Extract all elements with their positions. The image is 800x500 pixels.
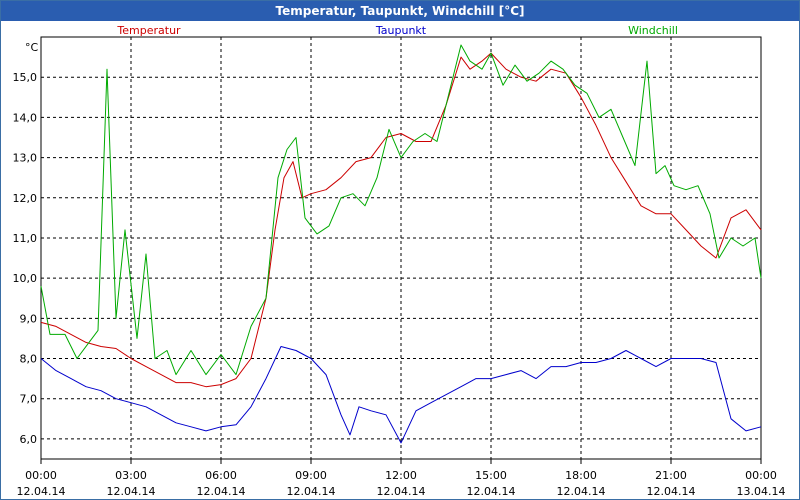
x-tick-date: 12.04.14	[377, 485, 426, 498]
x-tick-date: 13.04.14	[737, 485, 786, 498]
y-tick-label: 12,0	[13, 192, 38, 205]
x-tick-date: 12.04.14	[287, 485, 336, 498]
x-tick-time: 00:00	[745, 469, 777, 482]
x-tick-date: 12.04.14	[107, 485, 156, 498]
y-tick-label: 6,0	[20, 433, 38, 446]
legend: Temperatur Taupunkt Windchill	[116, 24, 678, 37]
y-tick-label: 7,0	[20, 393, 38, 406]
y-tick-label: 10,0	[13, 272, 38, 285]
y-tick-label: 9,0	[20, 312, 38, 325]
y-tick-label: 11,0	[13, 232, 38, 245]
x-tick-time: 00:00	[25, 469, 57, 482]
x-tick-date: 12.04.14	[557, 485, 606, 498]
x-tick-time: 03:00	[115, 469, 147, 482]
y-axis-unit: °C	[25, 41, 39, 54]
y-tick-label: 14,0	[13, 111, 38, 124]
y-tick-label: 8,0	[20, 353, 38, 366]
grid-lines	[40, 37, 762, 464]
chart-window: Temperatur, Taupunkt, Windchill [°C] 6,0…	[0, 0, 800, 500]
y-tick-label: 13,0	[13, 152, 38, 165]
x-tick-time: 15:00	[475, 469, 507, 482]
x-tick-date: 12.04.14	[467, 485, 516, 498]
axis-labels: 6,0 7,0 8,0 9,0 10,0 11,0 12,0 13,0 14,0 15,0 °C 00…	[13, 41, 786, 498]
chart-canvas: 6,0 7,0 8,0 9,0 10,0 11,0 12,0 13,0 14,0 15,0 °C 00…	[13, 24, 786, 498]
x-tick-time: 18:00	[565, 469, 597, 482]
x-tick-date: 12.04.14	[17, 485, 66, 498]
x-tick-time: 06:00	[205, 469, 237, 482]
x-tick-date: 12.04.14	[197, 485, 246, 498]
x-tick-time: 21:00	[655, 469, 687, 482]
x-tick-date: 12.04.14	[647, 485, 696, 498]
legend-label-windchill: Windchill	[628, 24, 678, 37]
legend-label-temperatur: Temperatur	[116, 24, 181, 37]
x-tick-time: 09:00	[295, 469, 327, 482]
x-tick-time: 12:00	[385, 469, 417, 482]
legend-label-taupunkt: Taupunkt	[375, 24, 427, 37]
y-tick-label: 15,0	[13, 71, 38, 84]
